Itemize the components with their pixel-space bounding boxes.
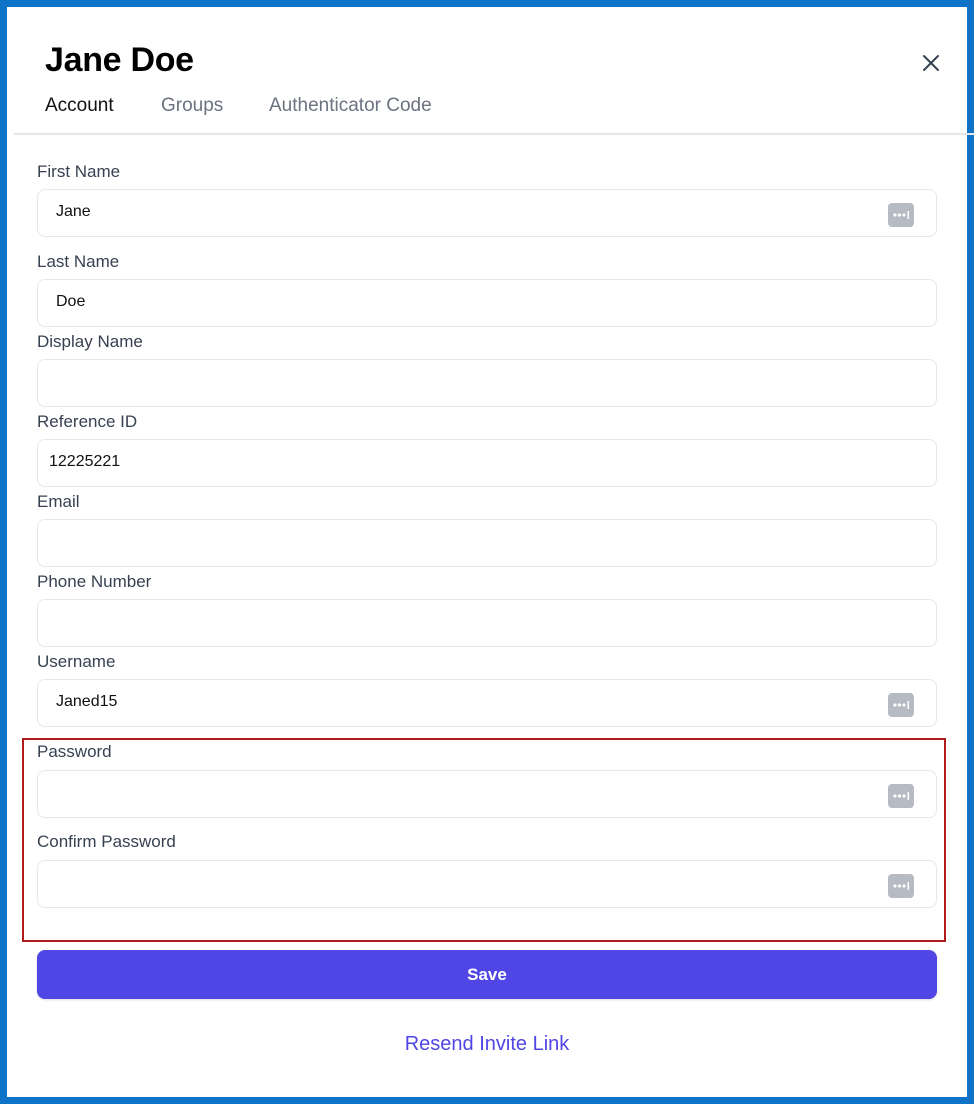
confirm-password-label: Confirm Password	[37, 832, 176, 851]
first-name-value: Jane	[56, 203, 91, 220]
tab-account[interactable]: Account	[45, 95, 114, 117]
close-icon[interactable]	[919, 51, 943, 75]
last-name-field[interactable]: Doe	[37, 279, 937, 327]
display-name-field[interactable]	[37, 359, 937, 407]
email-field[interactable]	[37, 519, 937, 567]
username-label: Username	[37, 652, 116, 671]
reference-id-value: 12225221	[49, 453, 121, 470]
phone-number-field[interactable]	[37, 599, 937, 647]
reference-id-label: Reference ID	[37, 412, 138, 431]
dialog-title: Jane Doe	[45, 41, 194, 79]
keychain-autofill-icon[interactable]	[888, 693, 914, 717]
tab-divider	[14, 133, 974, 135]
last-name-label: Last Name	[37, 252, 120, 271]
first-name-field[interactable]: Jane	[37, 189, 937, 237]
password-field[interactable]	[37, 770, 937, 818]
password-label: Password	[37, 742, 112, 761]
phone-number-label: Phone Number	[37, 572, 152, 591]
last-name-value: Doe	[56, 293, 86, 310]
keychain-autofill-icon[interactable]	[888, 203, 914, 227]
username-value: Janed15	[56, 693, 118, 710]
keychain-autofill-icon[interactable]	[888, 874, 914, 898]
display-name-label: Display Name	[37, 332, 143, 351]
username-field[interactable]: Janed15	[37, 679, 937, 727]
email-label: Email	[37, 492, 80, 511]
keychain-autofill-icon[interactable]	[888, 784, 914, 808]
confirm-password-field[interactable]	[37, 860, 937, 908]
resend-invite-link[interactable]: Resend Invite Link	[0, 1033, 974, 1056]
reference-id-field[interactable]: 12225221	[37, 439, 937, 487]
first-name-label: First Name	[37, 162, 121, 181]
save-button[interactable]: Save	[37, 950, 937, 999]
tab-groups[interactable]: Groups	[161, 95, 223, 117]
tab-authenticator-code[interactable]: Authenticator Code	[269, 95, 432, 117]
